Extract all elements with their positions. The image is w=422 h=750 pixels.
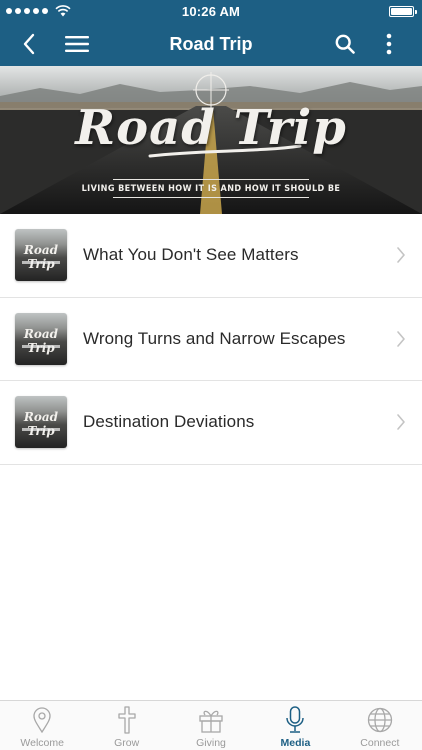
episode-thumbnail: Road Trip [15,312,67,365]
series-banner: Road Trip LIVING BETWEEN HOW IT IS AND H… [0,66,422,214]
menu-button[interactable] [60,22,94,66]
episode-thumbnail: Road Trip [15,396,67,449]
tab-label: Connect [360,737,400,749]
chevron-right-icon [397,330,405,347]
chevron-right-icon [397,414,405,431]
more-options-button[interactable] [375,22,403,66]
status-time: 10:26 AM [181,3,241,19]
banner-title: Road Trip [75,100,347,156]
episode-thumbnail: Road Trip [15,229,67,282]
tab-grow[interactable]: Grow [84,701,168,750]
list-item[interactable]: Road Trip What You Don't See Matters [0,214,422,298]
tab-welcome[interactable]: Welcome [0,701,84,750]
thumbnail-title: Road Trip [23,410,59,439]
tab-connect[interactable]: Connect [338,701,422,750]
episode-title: Wrong Turns and Narrow Escapes [83,328,346,348]
tab-label: Grow [114,737,140,749]
map-pin-icon [33,707,51,733]
hamburger-menu-icon [65,36,89,52]
status-bar: 10:26 AM [0,0,422,22]
globe-icon [367,707,392,733]
battery-icon [389,6,417,17]
episode-list: Road Trip What You Don't See Matters Roa… [0,214,422,465]
episode-title: What You Don't See Matters [83,245,299,265]
chevron-right-icon [397,247,405,264]
microphone-icon [286,706,305,733]
thumbnail-title: Road Trip [23,326,59,355]
chevron-left-icon [23,33,35,55]
banner-rule-top [113,179,309,180]
list-item[interactable]: Road Trip Wrong Turns and Narrow Escapes [0,298,422,381]
search-icon [335,34,355,54]
tab-giving[interactable]: Giving [169,701,253,750]
back-button[interactable] [14,22,44,66]
banner-rule-bottom [113,197,309,198]
tab-label: Giving [196,737,226,749]
tab-label: Media [280,737,311,749]
tab-media[interactable]: Media [253,701,337,750]
search-button[interactable] [330,22,360,66]
gift-icon [199,710,223,733]
list-item[interactable]: Road Trip Destination Deviations [0,381,422,465]
banner-subtitle: LIVING BETWEEN HOW IT IS AND HOW IT SHOU… [81,184,341,194]
tab-bar: Welcome Grow Giving Media Connect [0,700,422,750]
nav-bar: Road Trip [0,22,422,66]
episode-title: Destination Deviations [83,412,255,432]
tab-label: Welcome [20,737,64,749]
thumbnail-title: Road Trip [23,243,59,272]
more-vertical-icon [386,33,392,55]
cross-icon [117,706,136,734]
